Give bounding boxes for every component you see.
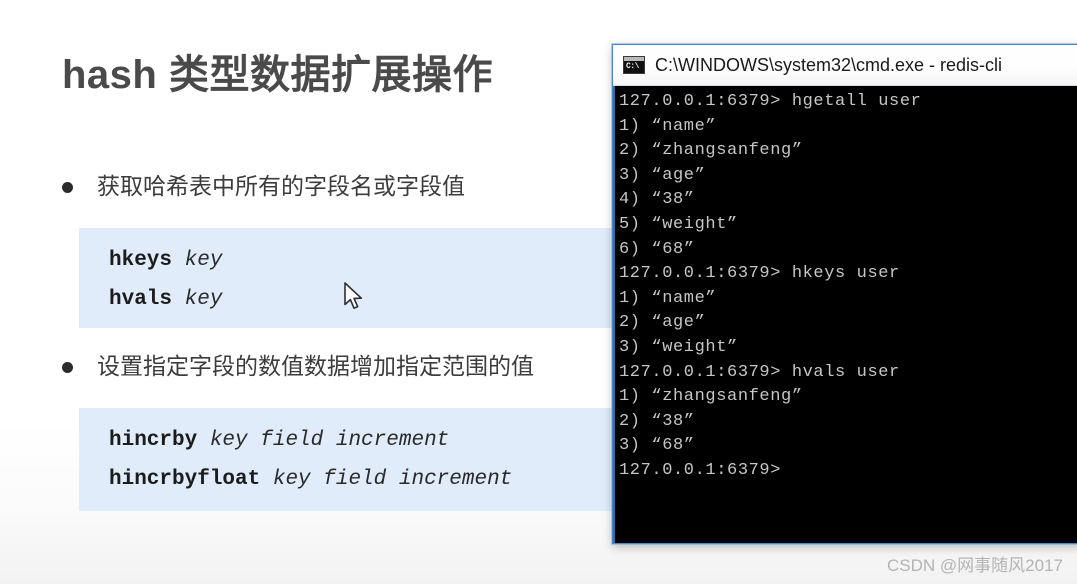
window-title-label: C:\WINDOWS\system32\cmd.exe - redis-cli xyxy=(655,54,1003,75)
command-name: hincrby xyxy=(109,429,198,452)
code-block-2: hincrby key field increment hincrbyfloat… xyxy=(79,408,620,511)
bullet-label-1: 获取哈希表中所有的字段名或字段值 xyxy=(97,173,465,199)
console-line: 2) “38” xyxy=(619,411,695,431)
console-line: 4) “38” xyxy=(619,190,695,210)
code-block-1: hkeys key hvals key xyxy=(79,228,620,328)
console-line: 2) “age” xyxy=(619,313,706,333)
console-line: 5) “weight” xyxy=(619,214,738,234)
command-name: hincrbyfloat xyxy=(109,468,261,491)
command-args: key xyxy=(184,288,223,311)
bullet-dot-icon xyxy=(62,182,73,193)
console-line: 127.0.0.1:6379> hkeys user xyxy=(619,264,900,284)
slide-content-column: hash 类型数据扩展操作 获取哈希表中所有的字段名或字段值 hkeys key… xyxy=(0,0,620,584)
command-name: hvals xyxy=(109,288,173,311)
bullet-dot-icon xyxy=(62,362,73,373)
bullet-item-1: 获取哈希表中所有的字段名或字段值 xyxy=(62,172,465,202)
console-line: 127.0.0.1:6379> xyxy=(619,460,782,480)
console-line: 3) “68” xyxy=(619,436,695,456)
console-line: 1) “name” xyxy=(619,116,717,136)
console-line: 2) “zhangsanfeng” xyxy=(619,141,803,161)
bullet-label-2: 设置指定字段的数值数据增加指定范围的值 xyxy=(97,353,534,379)
command-args: key xyxy=(184,249,223,272)
page-title: hash 类型数据扩展操作 xyxy=(62,53,493,97)
cmd-exe-window[interactable]: C:\ C:\WINDOWS\system32\cmd.exe - redis-… xyxy=(612,44,1077,544)
code-line: hvals key xyxy=(109,289,620,310)
console-line: 3) “weight” xyxy=(619,337,738,357)
bullet-item-2: 设置指定字段的数值数据增加指定范围的值 xyxy=(62,352,534,382)
command-args: key field increment xyxy=(272,468,513,491)
code-line: hkeys key xyxy=(109,250,620,271)
console-line: 127.0.0.1:6379> hgetall user xyxy=(619,92,922,111)
cmd-icon: C:\ xyxy=(623,56,645,74)
command-name: hkeys xyxy=(109,249,173,272)
watermark-label: CSDN @网事随风2017 xyxy=(887,556,1063,575)
cmd-icon-prompt-text: C:\ xyxy=(626,62,639,71)
code-line: hincrby key field increment xyxy=(109,430,620,451)
command-args: key field increment xyxy=(209,429,450,452)
console-line: 3) “age” xyxy=(619,165,706,185)
console-line: 1) “name” xyxy=(619,288,717,308)
code-line: hincrbyfloat key field increment xyxy=(109,469,620,490)
slide-background: hash 类型数据扩展操作 获取哈希表中所有的字段名或字段值 hkeys key… xyxy=(0,0,1077,584)
window-titlebar[interactable]: C:\ C:\WINDOWS\system32\cmd.exe - redis-… xyxy=(613,45,1077,86)
console-line: 127.0.0.1:6379> hvals user xyxy=(619,362,900,382)
console-output-area[interactable]: 127.0.0.1:6379> hgetall user 1) “name” 2) … xyxy=(613,86,1077,543)
console-line: 1) “zhangsanfeng” xyxy=(619,387,803,407)
console-line: 6) “68” xyxy=(619,239,695,259)
